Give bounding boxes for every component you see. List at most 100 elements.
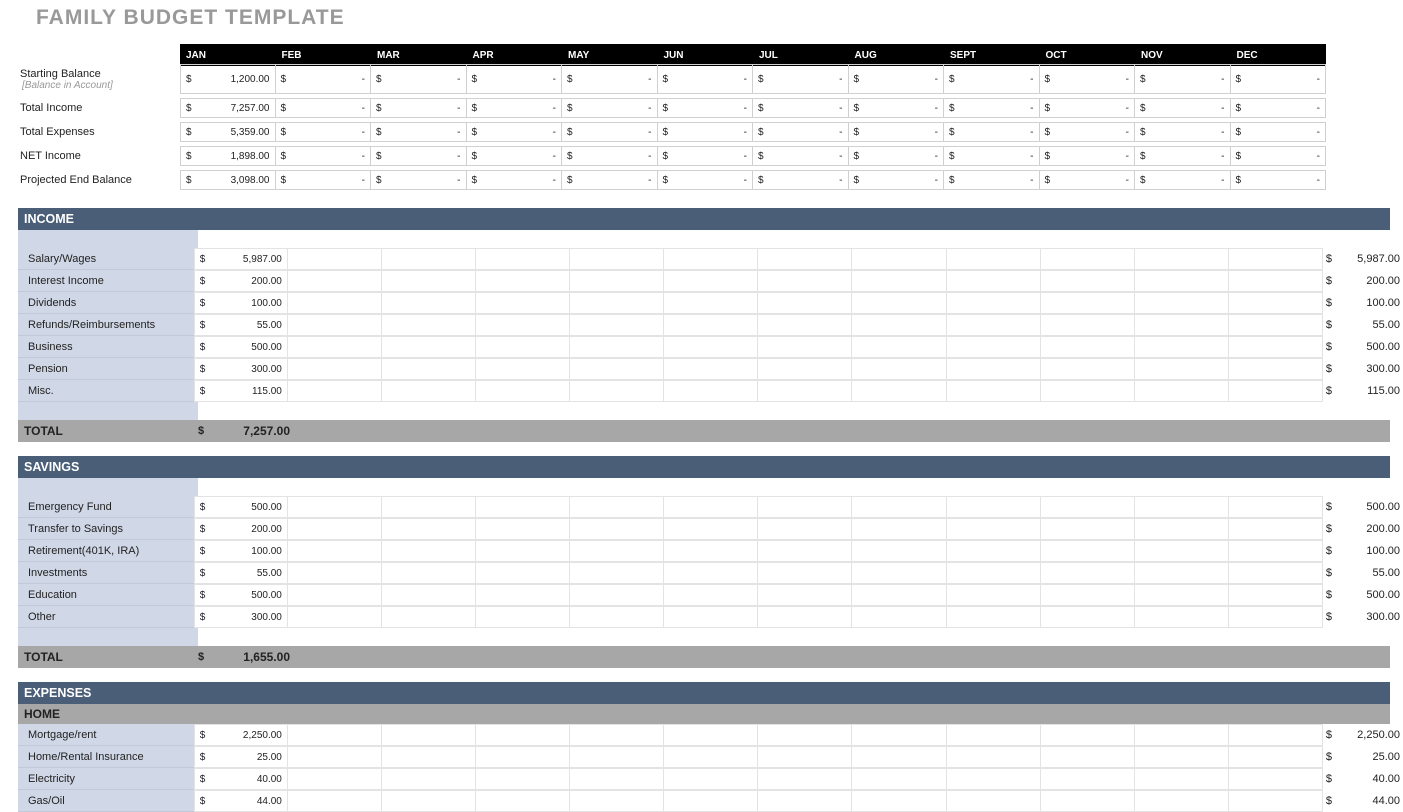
- summary-cell[interactable]: $-: [371, 122, 467, 142]
- detail-cell[interactable]: [476, 724, 570, 746]
- detail-cell[interactable]: [570, 540, 664, 562]
- summary-cell[interactable]: $-: [467, 64, 563, 94]
- summary-cell[interactable]: $-: [276, 122, 372, 142]
- detail-cell[interactable]: [947, 270, 1041, 292]
- summary-cell[interactable]: $-: [371, 146, 467, 166]
- detail-cell[interactable]: [288, 270, 382, 292]
- detail-cell[interactable]: [1229, 314, 1323, 336]
- detail-cell[interactable]: [1135, 584, 1229, 606]
- summary-cell[interactable]: $-: [371, 98, 467, 118]
- detail-cell[interactable]: [570, 380, 664, 402]
- summary-cell[interactable]: $7,257.00: [180, 98, 276, 118]
- detail-cell[interactable]: $500.00: [194, 336, 288, 358]
- detail-cell[interactable]: [1041, 496, 1135, 518]
- summary-cell[interactable]: $-: [658, 146, 754, 166]
- detail-cell[interactable]: [947, 496, 1041, 518]
- detail-cell[interactable]: [476, 540, 570, 562]
- detail-cell[interactable]: [947, 248, 1041, 270]
- summary-cell[interactable]: $-: [467, 170, 563, 190]
- detail-cell[interactable]: [1041, 518, 1135, 540]
- detail-cell[interactable]: [382, 518, 476, 540]
- detail-cell[interactable]: $2,250.00: [194, 724, 288, 746]
- detail-cell[interactable]: [288, 584, 382, 606]
- detail-cell[interactable]: [1229, 746, 1323, 768]
- detail-cell[interactable]: [476, 380, 570, 402]
- detail-cell[interactable]: [1135, 380, 1229, 402]
- summary-cell[interactable]: $-: [849, 122, 945, 142]
- detail-cell[interactable]: [1041, 358, 1135, 380]
- detail-cell[interactable]: [1229, 768, 1323, 790]
- detail-cell[interactable]: [288, 606, 382, 628]
- summary-cell[interactable]: $-: [276, 170, 372, 190]
- detail-cell[interactable]: [288, 746, 382, 768]
- detail-cell[interactable]: [288, 380, 382, 402]
- summary-cell[interactable]: $-: [1231, 98, 1327, 118]
- summary-cell[interactable]: $-: [562, 170, 658, 190]
- detail-cell[interactable]: [758, 292, 852, 314]
- summary-cell[interactable]: $3,098.00: [180, 170, 276, 190]
- detail-cell[interactable]: [758, 584, 852, 606]
- detail-cell[interactable]: [852, 790, 946, 812]
- detail-cell[interactable]: [947, 584, 1041, 606]
- summary-cell[interactable]: $1,898.00: [180, 146, 276, 166]
- detail-cell[interactable]: $300.00: [194, 606, 288, 628]
- detail-cell[interactable]: [1041, 584, 1135, 606]
- summary-cell[interactable]: $-: [944, 146, 1040, 166]
- detail-cell[interactable]: [1229, 248, 1323, 270]
- detail-cell[interactable]: [1135, 336, 1229, 358]
- detail-cell[interactable]: [288, 358, 382, 380]
- detail-cell[interactable]: [570, 746, 664, 768]
- detail-cell[interactable]: [1229, 380, 1323, 402]
- detail-cell[interactable]: [570, 292, 664, 314]
- detail-cell[interactable]: [1041, 540, 1135, 562]
- detail-cell[interactable]: [1041, 380, 1135, 402]
- detail-cell[interactable]: [758, 380, 852, 402]
- detail-cell[interactable]: [476, 518, 570, 540]
- detail-cell[interactable]: [664, 314, 758, 336]
- detail-cell[interactable]: [852, 768, 946, 790]
- detail-cell[interactable]: [947, 724, 1041, 746]
- detail-cell[interactable]: [664, 358, 758, 380]
- detail-cell[interactable]: [288, 292, 382, 314]
- summary-cell[interactable]: $5,359.00: [180, 122, 276, 142]
- detail-cell[interactable]: $25.00: [194, 746, 288, 768]
- detail-cell[interactable]: [1041, 248, 1135, 270]
- summary-cell[interactable]: $-: [658, 64, 754, 94]
- summary-cell[interactable]: $-: [562, 64, 658, 94]
- summary-cell[interactable]: $-: [1040, 64, 1136, 94]
- detail-cell[interactable]: [1041, 270, 1135, 292]
- detail-cell[interactable]: [382, 746, 476, 768]
- detail-cell[interactable]: $55.00: [194, 562, 288, 584]
- detail-cell[interactable]: [1041, 790, 1135, 812]
- summary-cell[interactable]: $-: [1231, 170, 1327, 190]
- detail-cell[interactable]: [570, 724, 664, 746]
- summary-cell[interactable]: $-: [1135, 170, 1231, 190]
- detail-cell[interactable]: [758, 358, 852, 380]
- detail-cell[interactable]: [1229, 584, 1323, 606]
- detail-cell[interactable]: [1041, 768, 1135, 790]
- detail-cell[interactable]: [758, 314, 852, 336]
- detail-cell[interactable]: [664, 562, 758, 584]
- summary-cell[interactable]: $-: [944, 64, 1040, 94]
- detail-cell[interactable]: [1041, 292, 1135, 314]
- detail-cell[interactable]: [476, 790, 570, 812]
- detail-cell[interactable]: [852, 724, 946, 746]
- detail-cell[interactable]: [947, 746, 1041, 768]
- summary-cell[interactable]: $-: [562, 98, 658, 118]
- detail-cell[interactable]: [664, 540, 758, 562]
- summary-cell[interactable]: $-: [753, 98, 849, 118]
- summary-cell[interactable]: $-: [1040, 146, 1136, 166]
- summary-cell[interactable]: $-: [371, 64, 467, 94]
- detail-cell[interactable]: [1135, 518, 1229, 540]
- summary-cell[interactable]: $-: [849, 170, 945, 190]
- summary-cell[interactable]: $-: [1231, 122, 1327, 142]
- detail-cell[interactable]: [664, 790, 758, 812]
- detail-cell[interactable]: [664, 746, 758, 768]
- detail-cell[interactable]: [476, 358, 570, 380]
- detail-cell[interactable]: [664, 270, 758, 292]
- summary-cell[interactable]: $-: [1135, 146, 1231, 166]
- summary-cell[interactable]: $-: [467, 146, 563, 166]
- summary-cell[interactable]: $-: [849, 64, 945, 94]
- detail-cell[interactable]: [852, 248, 946, 270]
- detail-cell[interactable]: [1229, 358, 1323, 380]
